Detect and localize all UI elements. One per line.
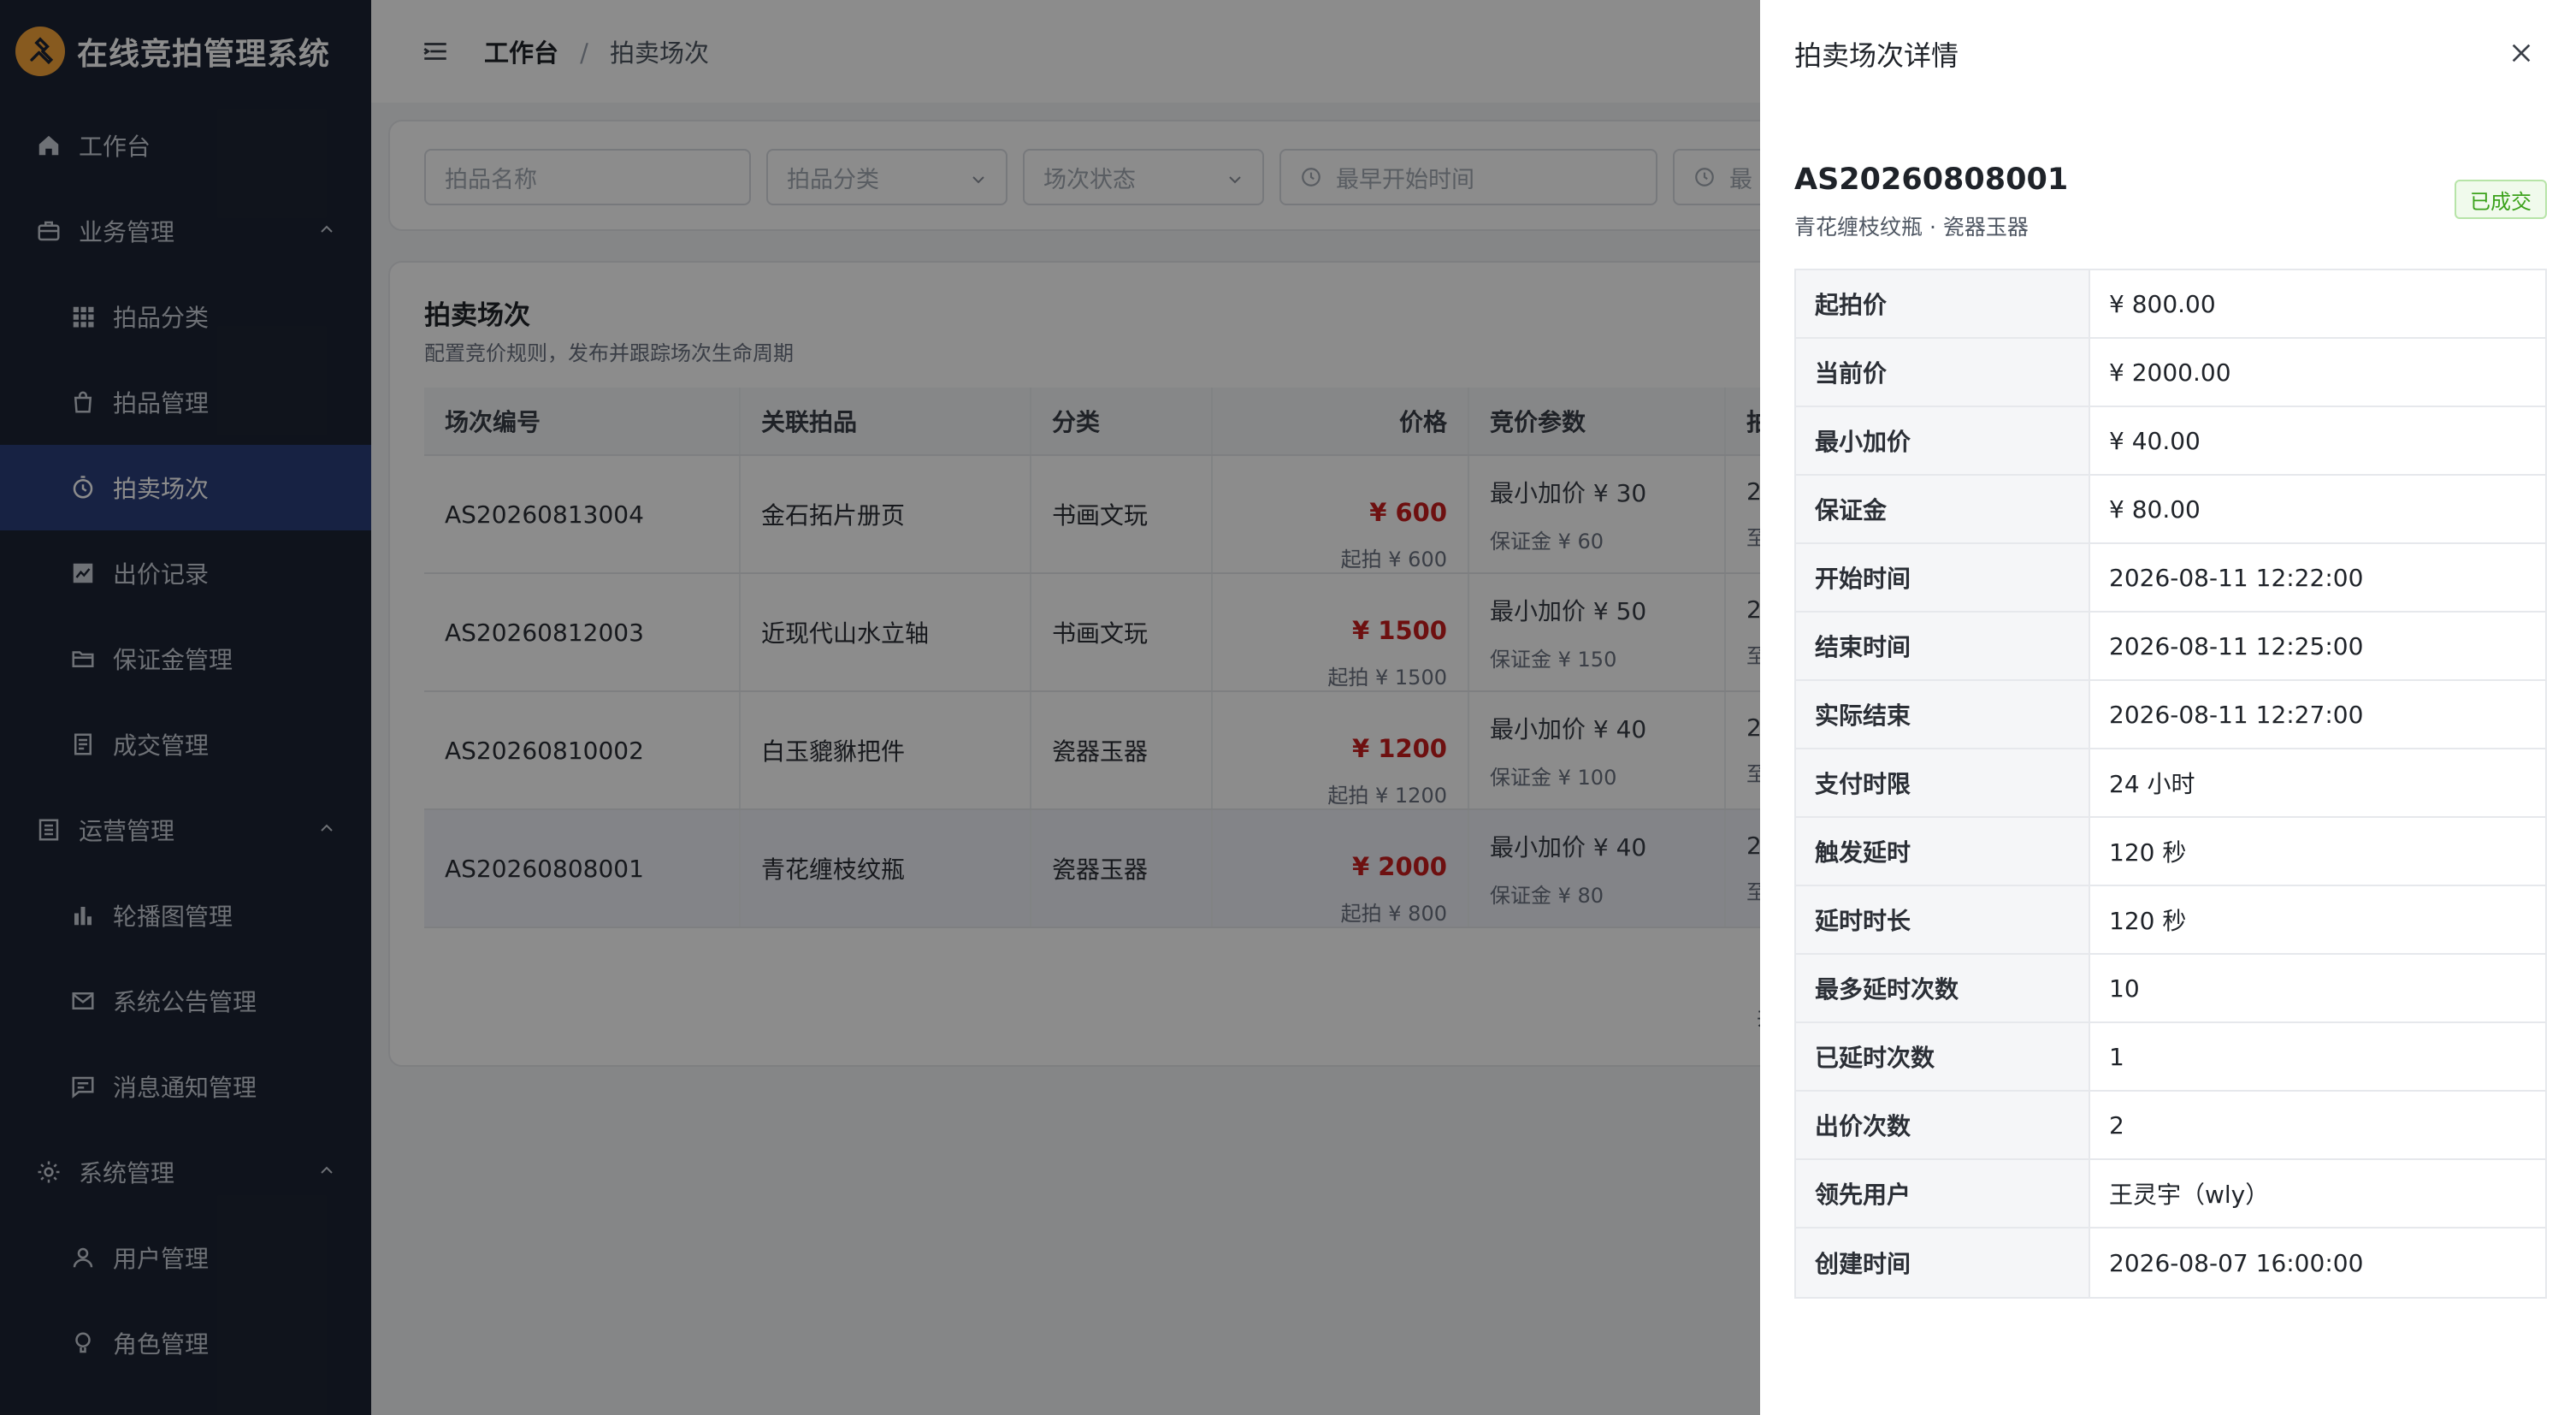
detail-row: 最多延时次数 10 — [1796, 955, 2545, 1023]
detail-value: ¥ 2000.00 — [2109, 358, 2231, 387]
detail-label: 开始时间 — [1796, 544, 2090, 611]
detail-label: 最小加价 — [1796, 407, 2090, 474]
detail-label: 保证金 — [1796, 476, 2090, 542]
detail-value: 2026-08-07 16:00:00 — [2109, 1248, 2364, 1277]
close-icon[interactable] — [2508, 39, 2535, 67]
detail-label: 已延时次数 — [1796, 1023, 2090, 1090]
detail-row: 起拍价 ¥ 800.00 — [1796, 270, 2545, 339]
detail-value: 120 秒 — [2109, 838, 2187, 867]
detail-row: 最小加价 ¥ 40.00 — [1796, 407, 2545, 476]
detail-row: 延时时长 120 秒 — [1796, 886, 2545, 955]
detail-label: 触发延时 — [1796, 818, 2090, 885]
detail-row: 当前价 ¥ 2000.00 — [1796, 339, 2545, 407]
detail-label: 起拍价 — [1796, 270, 2090, 337]
session-item-summary: 青花缠枝纹瓶 · 瓷器玉器 — [1794, 215, 2029, 240]
detail-row: 创建时间 2026-08-07 16:00:00 — [1796, 1229, 2545, 1297]
session-detail-drawer: 拍卖场次详情 AS20260808001 青花缠枝纹瓶 · 瓷器玉器 已成交 起… — [1760, 0, 2576, 1415]
detail-value: 120 秒 — [2109, 907, 2187, 935]
detail-value: ¥ 40.00 — [2109, 426, 2201, 455]
detail-value: 1 — [2109, 1042, 2124, 1071]
detail-value: ¥ 800.00 — [2109, 289, 2216, 318]
detail-label: 创建时间 — [1796, 1229, 2090, 1297]
detail-label: 实际结束 — [1796, 681, 2090, 748]
detail-row: 结束时间 2026-08-11 12:25:00 — [1796, 613, 2545, 681]
detail-row: 出价次数 2 — [1796, 1092, 2545, 1160]
detail-value: 王灵宇（wly） — [2109, 1181, 2270, 1209]
detail-table: 起拍价 ¥ 800.00 当前价 ¥ 2000.00 最小加价 ¥ 40.00 保证金… — [1794, 269, 2547, 1299]
detail-value: 10 — [2109, 974, 2140, 1003]
detail-label: 最多延时次数 — [1796, 955, 2090, 1021]
detail-row: 触发延时 120 秒 — [1796, 818, 2545, 886]
detail-label: 领先用户 — [1796, 1160, 2090, 1227]
detail-row: 支付时限 24 小时 — [1796, 749, 2545, 818]
session-code: AS20260808001 — [1794, 163, 2069, 197]
detail-row: 领先用户 王灵宇（wly） — [1796, 1160, 2545, 1229]
detail-value: 2026-08-11 12:25:00 — [2109, 631, 2364, 660]
detail-row: 已延时次数 1 — [1796, 1023, 2545, 1092]
detail-label: 延时时长 — [1796, 886, 2090, 953]
detail-row: 开始时间 2026-08-11 12:22:00 — [1796, 544, 2545, 613]
detail-row: 实际结束 2026-08-11 12:27:00 — [1796, 681, 2545, 749]
drawer-title: 拍卖场次详情 — [1794, 39, 1959, 72]
detail-row: 保证金 ¥ 80.00 — [1796, 476, 2545, 544]
detail-value: ¥ 80.00 — [2109, 494, 2201, 524]
detail-label: 出价次数 — [1796, 1092, 2090, 1158]
detail-label: 支付时限 — [1796, 749, 2090, 816]
detail-value: 24 小时 — [2109, 770, 2195, 798]
detail-value: 2026-08-11 12:22:00 — [2109, 563, 2364, 592]
detail-label: 当前价 — [1796, 339, 2090, 406]
detail-value: 2026-08-11 12:27:00 — [2109, 700, 2364, 729]
status-badge: 已成交 — [2455, 180, 2547, 219]
detail-value: 2 — [2109, 1110, 2124, 1140]
detail-label: 结束时间 — [1796, 613, 2090, 679]
